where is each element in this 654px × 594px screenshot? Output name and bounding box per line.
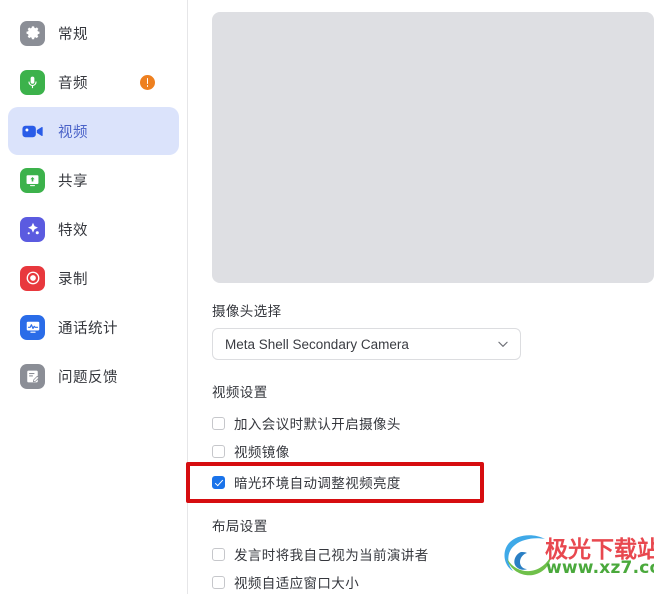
- chevron-down-icon: [498, 341, 508, 347]
- layout-section-label: 布局设置: [212, 519, 268, 534]
- sidebar-item-label: 特效: [58, 222, 88, 239]
- sidebar-item-label: 通话统计: [58, 320, 118, 337]
- checkbox-unchecked-icon[interactable]: [212, 547, 225, 561]
- sidebar-item-effects[interactable]: 特效: [8, 205, 179, 253]
- checkbox-unchecked-icon[interactable]: [212, 416, 225, 430]
- sidebar-item-audio[interactable]: 音频: [8, 58, 179, 106]
- checkbox-unchecked-icon[interactable]: [212, 575, 225, 589]
- checkbox-row-fit-window[interactable]: 视频自适应窗口大小: [212, 572, 359, 592]
- video-camera-icon: [20, 119, 45, 144]
- checkbox-label: 发言时将我自己视为当前演讲者: [234, 548, 429, 563]
- record-icon: [20, 265, 45, 291]
- gear-icon: [20, 20, 45, 46]
- sidebar-item-label: 问题反馈: [58, 369, 118, 386]
- video-section-label: 视频设置: [212, 385, 268, 400]
- warning-badge: [140, 74, 155, 90]
- checkbox-row-auto-brightness[interactable]: 暗光环境自动调整视频亮度: [212, 472, 401, 492]
- sidebar-item-share[interactable]: 共享: [8, 156, 179, 204]
- camera-select[interactable]: Meta Shell Secondary Camera: [212, 328, 521, 360]
- camera-select-value: Meta Shell Secondary Camera: [225, 336, 409, 352]
- sidebar-item-feedback[interactable]: 问题反馈: [8, 352, 179, 400]
- camera-preview: [212, 12, 654, 283]
- screen-share-icon: [20, 167, 45, 193]
- checkbox-checked-icon[interactable]: [212, 475, 225, 489]
- checkbox-row-enable-camera-on-join[interactable]: 加入会议时默认开启摄像头: [212, 413, 401, 433]
- checkbox-label: 暗光环境自动调整视频亮度: [234, 476, 401, 491]
- settings-sidebar: 常规 音频 视频 共享 特效 录制 通话统计 问题反馈: [0, 0, 188, 594]
- microphone-icon: [20, 69, 45, 95]
- sidebar-item-call-stats[interactable]: 通话统计: [8, 303, 179, 351]
- sidebar-item-label: 常规: [58, 26, 88, 43]
- checkbox-label: 视频自适应窗口大小: [234, 576, 360, 591]
- sidebar-item-label: 共享: [58, 173, 88, 190]
- sidebar-item-label: 音频: [58, 75, 88, 92]
- checkbox-row-video-mirror[interactable]: 视频镜像: [212, 441, 290, 461]
- sparkle-icon: [20, 216, 45, 242]
- checkbox-unchecked-icon[interactable]: [212, 444, 225, 458]
- checkbox-row-self-as-speaker[interactable]: 发言时将我自己视为当前演讲者: [212, 544, 429, 564]
- settings-content-panel: 摄像头选择 Meta Shell Secondary Camera 视频设置 加…: [188, 0, 654, 594]
- camera-section-label: 摄像头选择: [212, 304, 282, 319]
- checkbox-label: 加入会议时默认开启摄像头: [234, 417, 401, 432]
- sidebar-item-video[interactable]: 视频: [8, 107, 179, 155]
- sidebar-item-label: 录制: [58, 271, 88, 288]
- sidebar-item-label: 视频: [58, 124, 88, 141]
- settings-window: 常规 音频 视频 共享 特效 录制 通话统计 问题反馈 摄像头选择 Meta S…: [0, 0, 654, 594]
- feedback-icon: [20, 363, 45, 389]
- checkbox-label: 视频镜像: [234, 445, 290, 460]
- sidebar-item-record[interactable]: 录制: [8, 254, 179, 302]
- call-stats-icon: [20, 314, 45, 340]
- sidebar-item-general[interactable]: 常规: [8, 9, 179, 57]
